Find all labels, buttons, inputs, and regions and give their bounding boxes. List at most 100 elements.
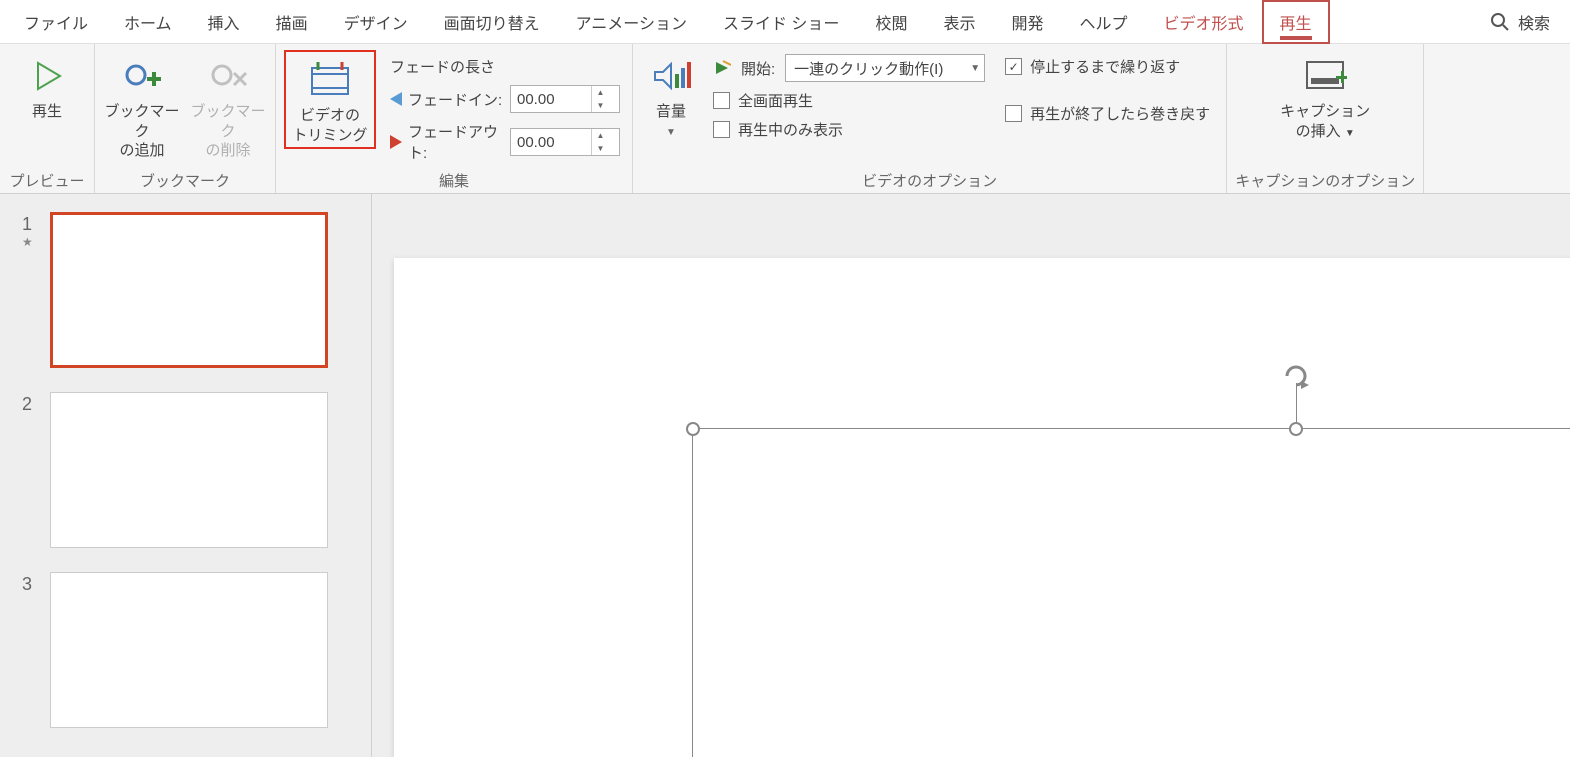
add-bookmark-icon xyxy=(122,59,162,93)
fade-out-up[interactable]: ▲ xyxy=(592,129,609,142)
checkbox-box xyxy=(1005,105,1022,122)
tab-file[interactable]: ファイル xyxy=(6,0,106,44)
fade-out-input[interactable] xyxy=(511,134,591,151)
fade-out-spinner[interactable]: ▲▼ xyxy=(510,128,620,156)
trim-video-button[interactable]: ビデオの トリミング xyxy=(288,54,372,145)
group-preview-label: プレビュー xyxy=(9,167,84,193)
fade-in-up[interactable]: ▲ xyxy=(592,86,609,99)
tab-view[interactable]: 表示 xyxy=(925,0,993,44)
tab-video-format[interactable]: ビデオ形式 xyxy=(1146,0,1262,44)
fade-in-spinner[interactable]: ▲▼ xyxy=(510,85,620,113)
slide-editor[interactable] xyxy=(372,194,1570,757)
search-icon xyxy=(1490,12,1510,32)
rotate-handle-line xyxy=(1296,383,1297,423)
tab-insert[interactable]: 挿入 xyxy=(190,0,258,44)
animation-indicator-icon[interactable]: ★ xyxy=(22,235,50,251)
remove-bookmark-label1: ブックマーク xyxy=(189,102,267,141)
slide-thumb-2[interactable] xyxy=(50,392,328,548)
fade-in-icon xyxy=(390,92,402,106)
slide-number-2: 2 xyxy=(12,392,50,548)
loop-checkbox[interactable]: ✓ 停止するまで繰り返す xyxy=(1005,56,1210,77)
rotate-handle[interactable] xyxy=(1283,363,1309,389)
remove-bookmark-label2: の削除 xyxy=(205,141,250,161)
trim-video-label1: ビデオの xyxy=(300,106,360,126)
group-caption-label: キャプションのオプション xyxy=(1235,167,1415,193)
fade-out-icon xyxy=(390,135,402,149)
playback-options-col1: 開始: 一連のクリック動作(I) ▼ 全画面再生 再生中のみ表示 xyxy=(709,50,993,140)
fade-length-label: フェードの長さ xyxy=(390,56,620,77)
slide-number-3: 3 xyxy=(12,572,50,728)
group-bookmark: ブックマーク の追加 ブックマーク の削除 ブックマーク xyxy=(95,44,276,193)
insert-caption-label1: キャプション xyxy=(1280,102,1370,122)
rewind-label: 再生が終了したら巻き戻す xyxy=(1030,103,1210,124)
slide-thumb-2-wrap[interactable]: 2 xyxy=(12,392,359,548)
group-video-options: 音量 ▼ 開始: 一連のクリック動作(I) ▼ 全画面再生 xyxy=(633,44,1227,193)
tab-home[interactable]: ホーム xyxy=(106,0,190,44)
trim-video-label2: トリミング xyxy=(292,126,367,146)
slide-thumb-1[interactable] xyxy=(50,212,328,368)
tab-help[interactable]: ヘルプ xyxy=(1061,0,1145,44)
group-caption: キャプション の挿入 ▼ キャプションのオプション xyxy=(1227,44,1424,193)
tab-bar: ファイル ホーム 挿入 描画 デザイン 画面切り替え アニメーション スライド … xyxy=(0,0,1570,44)
hide-not-playing-checkbox[interactable]: 再生中のみ表示 xyxy=(713,119,985,140)
tab-slideshow[interactable]: スライド ショー xyxy=(705,0,857,44)
slide-thumb-3[interactable] xyxy=(50,572,328,728)
trim-video-icon xyxy=(308,62,352,98)
slide-canvas[interactable] xyxy=(394,258,1570,757)
chevron-down-icon: ▼ xyxy=(970,63,980,74)
volume-button[interactable]: 音量 ▼ xyxy=(641,50,701,139)
fade-out-down[interactable]: ▼ xyxy=(592,142,609,155)
add-bookmark-label2: の追加 xyxy=(119,141,164,161)
add-bookmark-label1: ブックマーク xyxy=(103,102,181,141)
tab-draw[interactable]: 描画 xyxy=(258,0,326,44)
tab-design[interactable]: デザイン xyxy=(326,0,426,44)
start-dropdown-value: 一連のクリック動作(I) xyxy=(794,58,943,79)
rewind-checkbox[interactable]: 再生が終了したら巻き戻す xyxy=(1005,103,1210,124)
tab-playback[interactable]: 再生 xyxy=(1262,0,1330,44)
playback-options-col2: ✓ 停止するまで繰り返す 再生が終了したら巻き戻す xyxy=(1001,50,1218,124)
fade-controls: フェードの長さ フェードイン: ▲▼ フェードアウト: ▲▼ xyxy=(384,50,624,163)
ribbon: 再生 プレビュー ブックマーク の追加 ブックマーク の削除 ブックマーク xyxy=(0,44,1570,194)
start-label: 開始: xyxy=(741,58,775,79)
group-editing: ビデオの トリミング フェードの長さ フェードイン: ▲▼ フェードアウト: xyxy=(276,44,633,193)
fade-in-input[interactable] xyxy=(511,91,591,108)
checkbox-box xyxy=(713,92,730,109)
tab-animations[interactable]: アニメーション xyxy=(558,0,705,44)
loop-label: 停止するまで繰り返す xyxy=(1030,56,1180,77)
start-dropdown[interactable]: 一連のクリック動作(I) ▼ xyxy=(785,54,985,82)
group-editing-label: 編集 xyxy=(439,167,469,193)
fade-in-down[interactable]: ▼ xyxy=(592,99,609,112)
insert-caption-label2: の挿入 ▼ xyxy=(1296,122,1355,142)
tab-review[interactable]: 校閲 xyxy=(857,0,925,44)
start-icon xyxy=(713,59,731,77)
slide-number-1: 1 ★ xyxy=(12,212,50,368)
play-button[interactable]: 再生 xyxy=(8,50,86,122)
search-button[interactable]: 検索 xyxy=(1476,10,1564,34)
remove-bookmark-button: ブックマーク の削除 xyxy=(189,50,267,161)
volume-icon xyxy=(651,58,691,94)
slide-thumb-1-wrap[interactable]: 1 ★ xyxy=(12,212,359,368)
volume-chevron-icon: ▼ xyxy=(666,126,676,139)
fullscreen-checkbox[interactable]: 全画面再生 xyxy=(713,90,985,111)
tab-developer[interactable]: 開発 xyxy=(993,0,1061,44)
play-button-label: 再生 xyxy=(32,102,62,122)
insert-caption-button[interactable]: キャプション の挿入 ▼ xyxy=(1275,50,1375,141)
add-bookmark-button[interactable]: ブックマーク の追加 xyxy=(103,50,181,161)
fade-out-label: フェードアウト: xyxy=(408,121,504,163)
volume-label: 音量 xyxy=(656,102,686,122)
fade-in-label: フェードイン: xyxy=(408,89,504,110)
play-icon xyxy=(30,59,64,93)
remove-bookmark-icon xyxy=(208,59,248,93)
hide-not-playing-label: 再生中のみ表示 xyxy=(738,119,843,140)
group-video-options-label: ビデオのオプション xyxy=(862,167,997,193)
caption-icon xyxy=(1303,58,1347,94)
slide-thumbnail-panel[interactable]: 1 ★ 2 3 xyxy=(0,194,372,757)
search-label: 検索 xyxy=(1518,10,1550,34)
rotate-icon xyxy=(1283,363,1309,389)
slide-thumb-3-wrap[interactable]: 3 xyxy=(12,572,359,728)
resize-handle-n[interactable] xyxy=(1289,422,1303,436)
tab-transitions[interactable]: 画面切り替え xyxy=(426,0,558,44)
group-bookmark-label: ブックマーク xyxy=(140,167,230,193)
resize-handle-nw[interactable] xyxy=(686,422,700,436)
video-object[interactable] xyxy=(692,428,1570,757)
